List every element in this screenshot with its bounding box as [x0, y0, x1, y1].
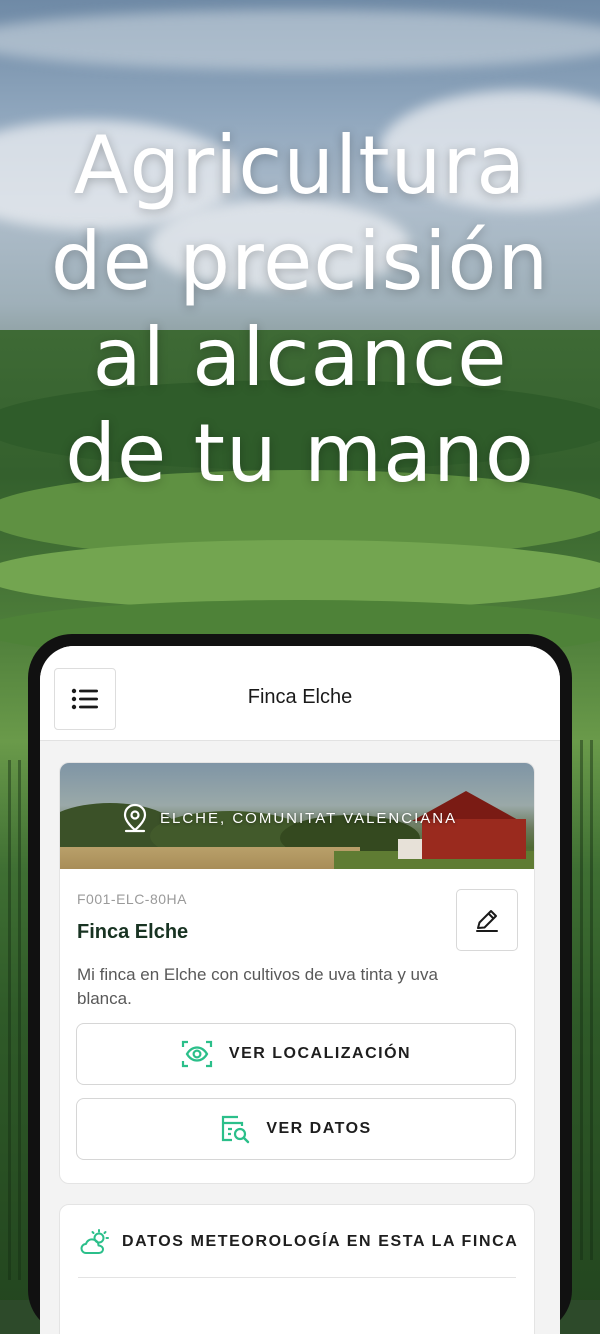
map-pin-icon — [123, 803, 147, 833]
headline-line-3: al alcance — [92, 311, 508, 404]
farm-banner-image: ELCHE, COMUNITAT VALENCIANA — [60, 763, 534, 869]
view-data-button[interactable]: VER DATOS — [76, 1098, 516, 1160]
headline-line-4: de tu mano — [65, 407, 535, 500]
pencil-edit-icon — [476, 910, 498, 932]
farm-card: ELCHE, COMUNITAT VALENCIANA F001-ELC-80H… — [59, 762, 535, 1184]
farm-description: Mi finca en Elche con cultivos de uva ti… — [77, 965, 438, 1008]
farm-location: ELCHE, COMUNITAT VALENCIANA — [122, 803, 457, 833]
app-bar: Finca Elche — [40, 646, 560, 741]
edit-farm-button[interactable] — [456, 889, 518, 951]
farm-name: Finca Elche — [77, 921, 189, 943]
sun-cloud-icon — [80, 1229, 109, 1254]
headline-line-2: de precisión — [50, 215, 550, 308]
view-location-label: VER LOCALIZACIÓN — [228, 1045, 412, 1062]
phone-frame: Finca Elche ELCHE, COMUNITAT VALENCIANA … — [28, 634, 572, 1334]
headline-line-1: Agricultura — [73, 119, 527, 212]
weather-header[interactable]: DATOS METEOROLOGÍA EN ESTA LA FINCA — [80, 1229, 518, 1255]
farm-location-label: ELCHE, COMUNITAT VALENCIANA — [160, 809, 458, 827]
view-data-label: VER DATOS — [266, 1120, 372, 1137]
data-search-icon — [222, 1115, 250, 1144]
view-location-button[interactable]: VER LOCALIZACIÓN — [76, 1023, 516, 1085]
eye-scan-icon — [181, 1040, 212, 1068]
weather-card: DATOS METEOROLOGÍA EN ESTA LA FINCA — [59, 1204, 535, 1334]
phone-screen: Finca Elche ELCHE, COMUNITAT VALENCIANA … — [40, 646, 560, 1334]
weather-title: DATOS METEOROLOGÍA EN ESTA LA FINCA — [122, 1233, 519, 1250]
farm-code: F001-ELC-80HA — [77, 891, 187, 907]
weather-divider — [78, 1277, 516, 1278]
headline: Agricultura de precisión al alcance de t… — [0, 118, 600, 502]
app-title: Finca Elche — [247, 686, 353, 708]
